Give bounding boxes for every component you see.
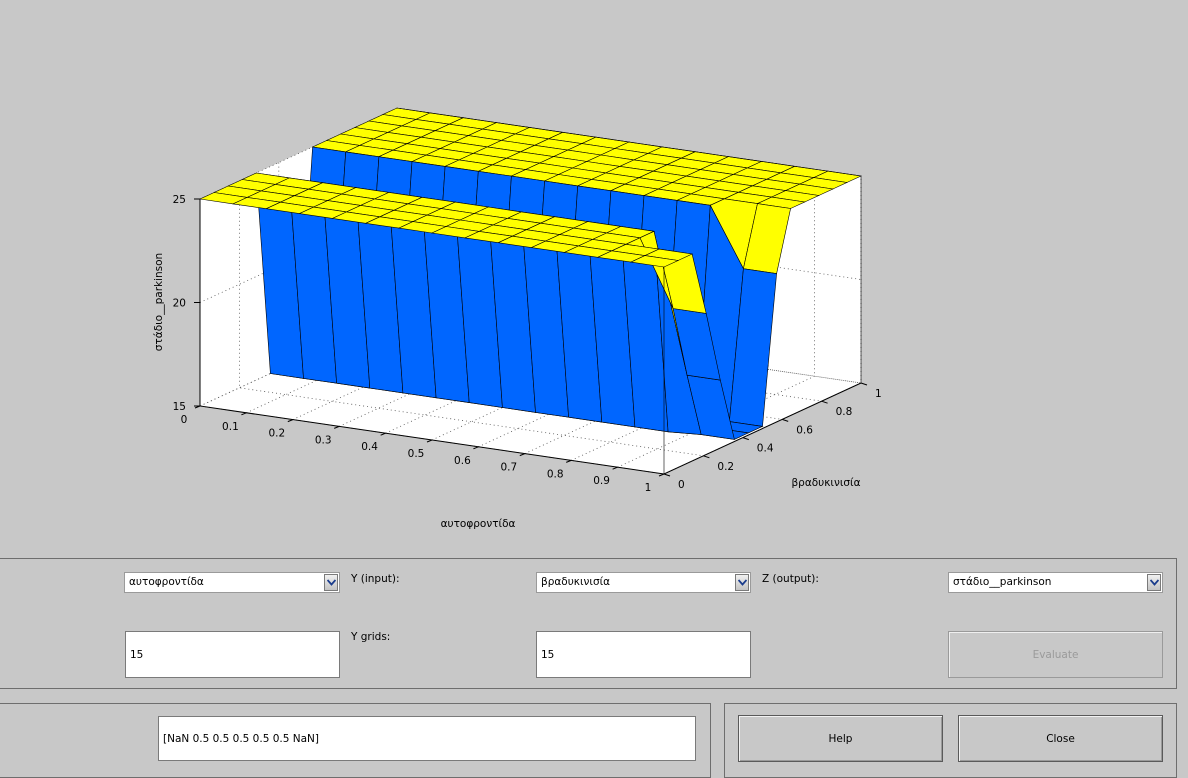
y-tick-mark (821, 400, 828, 404)
y-tick-mark (742, 437, 749, 441)
y-tick-label: 0.2 (717, 461, 734, 473)
x-tick-label: 0.4 (361, 441, 378, 453)
z-output-label: Z (output): (762, 573, 819, 585)
z-axis-label: στάδιο__parkinson (153, 253, 165, 351)
x-tick-label: 0.2 (268, 428, 285, 440)
evaluate-button[interactable]: Evaluate (948, 631, 1163, 678)
y-tick-mark (860, 382, 868, 386)
x-axis-label: αυτοφροντίδα (441, 518, 516, 530)
x-tick-mark (334, 425, 340, 429)
x-input-dropdown[interactable]: αυτοφροντίδα (124, 572, 340, 593)
x-tick-mark (519, 453, 525, 457)
z-tick-label: 25 (173, 194, 186, 206)
x-tick-label: 0.9 (593, 475, 610, 487)
reference-input-field[interactable]: [NaN 0.5 0.5 0.5 0.5 0.5 NaN] (158, 716, 696, 761)
chevron-down-icon[interactable] (735, 574, 749, 591)
chevron-down-icon[interactable] (1147, 574, 1161, 591)
surface-plot[interactable]: 0 0.1 0.2 0.3 0.4 0.5 0.6 0.7 0.8 0.9 1 0 0.2 0.4 0.6 0… (0, 0, 1188, 545)
surface-plot-canvas: 0 0.1 0.2 0.3 0.4 0.5 0.6 0.7 0.8 0.9 1 0 0.2 0.4 0.6 0… (153, 107, 882, 530)
y-input-dropdown[interactable]: βραδυκινισία (536, 572, 751, 593)
x-tick-label: 0.5 (408, 448, 425, 460)
y-grids-field[interactable]: 15 (536, 631, 751, 678)
y-tick-label: 0 (678, 479, 685, 491)
y-tick-label: 0.8 (836, 406, 853, 418)
x-tick-mark (380, 432, 386, 436)
x-tick-label: 0.1 (222, 421, 239, 433)
x-tick-mark (658, 473, 665, 477)
z-tick-label: 20 (173, 298, 186, 310)
y-input-dropdown-value: βραδυκινισία (541, 576, 611, 588)
x-tick-mark (241, 412, 247, 416)
help-button[interactable]: Help (738, 715, 943, 762)
x-grids-field[interactable]: 15 (125, 631, 340, 678)
z-output-dropdown-value: στάδιο__parkinson (953, 576, 1052, 588)
y-axis-label: βραδυκινισία (791, 477, 860, 489)
y-input-label: Y (input): (351, 573, 400, 585)
x-tick-mark (473, 446, 479, 450)
x-tick-label: 0.8 (547, 468, 564, 480)
x-tick-mark (612, 466, 618, 470)
x-tick-mark (426, 439, 433, 443)
x-tick-label: 1 (645, 482, 652, 494)
y-tick-mark (663, 473, 671, 477)
chevron-down-icon[interactable] (324, 574, 338, 591)
y-tick-mark (782, 418, 789, 422)
x-tick-label: 0.7 (500, 462, 517, 474)
z-output-dropdown[interactable]: στάδιο__parkinson (948, 572, 1163, 593)
x-tick-label: 0.6 (454, 455, 471, 467)
y-tick-label: 0.6 (796, 424, 813, 436)
x-tick-mark (566, 459, 572, 463)
x-grids-value: 15 (130, 648, 144, 661)
x-tick-label: 0.3 (315, 434, 332, 446)
y-tick-label: 0.4 (757, 443, 774, 455)
x-input-dropdown-value: αυτοφροντίδα (129, 576, 204, 588)
z-tick-label: 15 (173, 401, 186, 413)
x-tick-mark (287, 419, 293, 423)
reference-input-value: [NaN 0.5 0.5 0.5 0.5 0.5 NaN] (163, 732, 319, 745)
y-grids-value: 15 (541, 648, 555, 661)
y-tick-mark (703, 455, 710, 459)
close-button[interactable]: Close (958, 715, 1163, 762)
y-grids-label: Y grids: (351, 631, 391, 643)
x-tick-label: 0 (181, 414, 188, 426)
y-tick-label: 1 (875, 388, 882, 400)
